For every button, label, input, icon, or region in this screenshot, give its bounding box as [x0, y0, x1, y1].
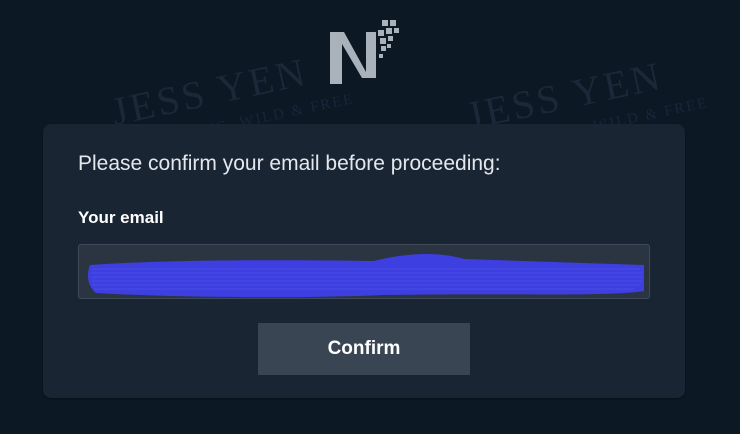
nf-logo-icon — [330, 20, 399, 84]
watermark-brand-text: JESS YEN — [107, 48, 312, 135]
redaction-scribble — [88, 254, 644, 298]
confirm-email-card: Please confirm your email before proceed… — [43, 124, 685, 398]
email-field[interactable] — [78, 244, 650, 299]
confirm-email-prompt: Please confirm your email before proceed… — [78, 152, 501, 175]
email-field-label: Your email — [78, 208, 164, 227]
confirm-button[interactable]: Confirm — [258, 323, 470, 375]
